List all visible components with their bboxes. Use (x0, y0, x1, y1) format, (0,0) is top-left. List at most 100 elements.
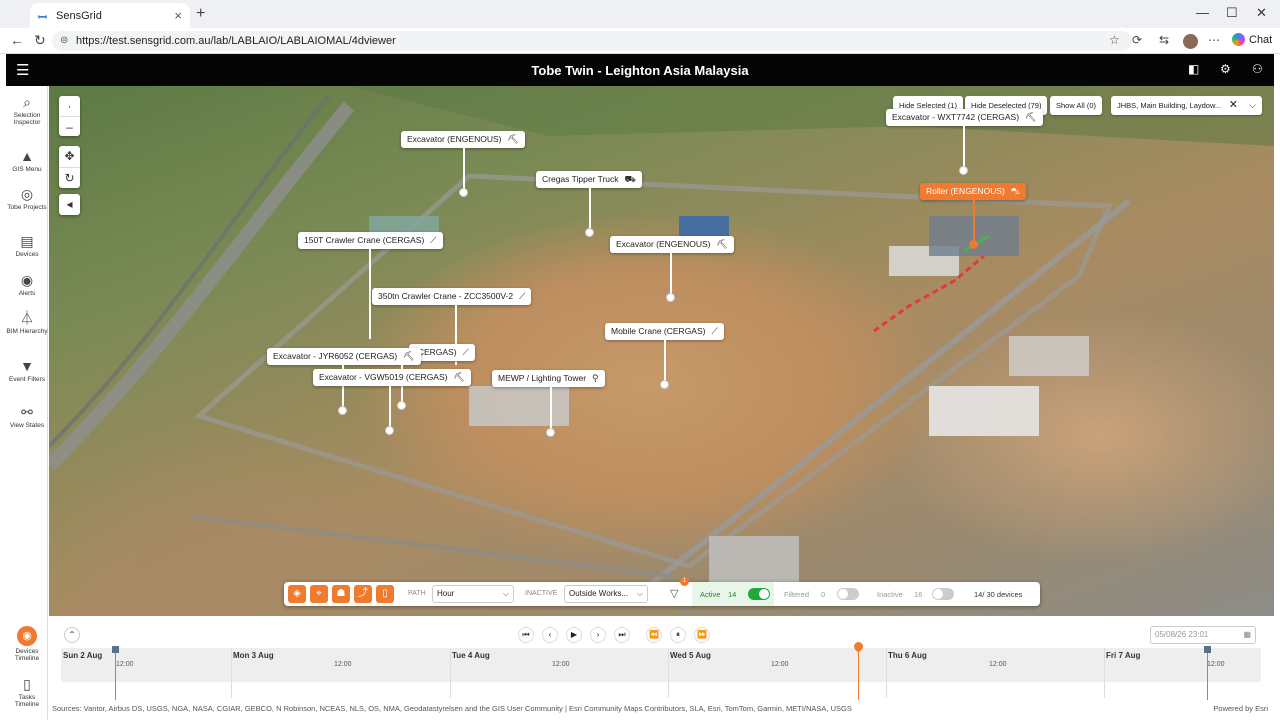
sidebar-item-bim-hierarchy[interactable]: ⏃ BIM Hierarchy (6, 310, 48, 335)
inactive-label: INACTIVE (525, 590, 558, 597)
step-back-icon[interactable]: ‹ (542, 627, 558, 643)
chevron-down-icon[interactable]: ⌵ (1249, 96, 1256, 115)
sidebar-item-tobe-projects[interactable]: ◎ Tobe Projects (6, 186, 48, 211)
tab-close-icon[interactable]: × (174, 8, 182, 23)
filtered-toggle[interactable] (837, 588, 859, 600)
active-toggle[interactable] (748, 588, 770, 600)
day-gridline (668, 648, 669, 698)
sidebar-item-view-states[interactable]: ⚯ View States (6, 404, 48, 429)
pause-icon[interactable]: ⏸ (670, 627, 686, 643)
device-marker[interactable] (397, 401, 406, 410)
sidebar-item-devices-timeline[interactable]: ◉ Devices Timeline (6, 626, 48, 662)
clear-icon[interactable]: ✕ (1229, 96, 1238, 115)
timeline-date-field[interactable]: 05/08/26 23:01 ▦ (1150, 626, 1256, 644)
sidebar-item-devices[interactable]: ▤ Devices (6, 233, 48, 258)
timeline-day: Mon 3 Aug (233, 651, 274, 660)
collections-icon[interactable]: ⇆ (1159, 33, 1169, 47)
door-icon[interactable]: ▯ (376, 585, 394, 603)
device-label[interactable]: Mobile Crane (CERGAS) ⟋ (605, 323, 724, 340)
timeline-hour: 12:00 (552, 661, 570, 668)
timeline-day: Tue 4 Aug (452, 651, 490, 660)
site-select[interactable]: JHBS, Main Building, Laydow... ✕ ⌵ (1111, 96, 1262, 115)
rotate-icon[interactable]: ↻ (59, 167, 80, 188)
device-label[interactable]: Excavator - VGW5019 (CERGAS) ⛏ (313, 369, 471, 386)
back-icon[interactable]: ← (10, 32, 24, 48)
sidebar-item-tasks-timeline[interactable]: ▯ Tasks Timeline (6, 676, 48, 708)
user-icon[interactable]: ⚇ (1252, 62, 1263, 76)
inactive-toggle[interactable] (932, 588, 954, 600)
window-close-icon[interactable]: ✕ (1256, 5, 1267, 21)
office-icon[interactable]: ◧ (1188, 62, 1199, 76)
device-marker[interactable] (338, 406, 347, 415)
chat-button[interactable]: Chat (1232, 33, 1272, 46)
timeline-start-marker[interactable] (112, 646, 119, 700)
url-field[interactable]: ⊜ https://test.sensgrid.com.au/lab/LABLA… (52, 31, 1132, 51)
device-marker[interactable] (666, 293, 675, 302)
path-icon[interactable]: ⤴ (354, 585, 372, 603)
device-label[interactable]: Excavator - WXT7742 (CERGAS) ⛏ (886, 109, 1043, 126)
device-label[interactable]: Excavator (ENGENOUS) ⛏ (401, 131, 525, 148)
sidebar-item-label: Alerts (18, 290, 36, 297)
zoom-in-icon[interactable]: · (59, 96, 80, 116)
skip-start-icon[interactable]: ⏮ (518, 627, 534, 643)
powered-by-esri[interactable]: Powered by Esri (1213, 704, 1268, 713)
new-tab-icon[interactable]: + (196, 5, 205, 23)
sidebar-item-alerts[interactable]: ◉ Alerts (6, 272, 48, 297)
active-label: Active (700, 590, 721, 599)
browser-tab[interactable]: ꟷ SensGrid × (30, 3, 190, 28)
settings-gear-icon[interactable]: ⚙ (1220, 62, 1231, 76)
device-marker[interactable] (546, 428, 555, 437)
sidebar-item-selection-inspector[interactable]: ⌕ Selection Inspector (6, 94, 48, 126)
device-marker[interactable] (385, 426, 394, 435)
device-marker[interactable] (959, 166, 968, 175)
rewind-icon[interactable]: ⏪ (646, 627, 662, 643)
device-label[interactable]: 350tn Crawler Crane - ZCC3500V-2 ⟋ (372, 288, 532, 305)
device-label-selected[interactable]: Roller (ENGENOUS) ⛍ (920, 183, 1027, 200)
inactive-select[interactable]: Outside Works... ⌵ (564, 585, 648, 603)
chevron-up-icon[interactable]: ⌃ (64, 627, 80, 643)
device-label-text: Excavator - JYR6052 (CERGAS) (273, 351, 398, 361)
timeline-track[interactable]: Sun 2 Aug 12:00 Mon 3 Aug 12:00 Tue 4 Au… (61, 640, 1261, 700)
filter-icon[interactable]: ▽ (670, 587, 678, 600)
site-info-icon[interactable]: ⊜ (60, 31, 68, 51)
step-forward-icon[interactable]: › (590, 627, 606, 643)
maximize-icon[interactable]: ☐ (1226, 5, 1238, 21)
device-label[interactable]: 150T Crawler Crane (CERGAS) ⟋ (298, 232, 443, 249)
crane-icon: ⟋ (711, 326, 718, 336)
location-pin-icon[interactable]: ⌖ (310, 585, 328, 603)
inactive-status-label: Inactive (877, 590, 903, 599)
pan-icon[interactable]: ✥ (59, 146, 80, 167)
timeline-playhead[interactable] (852, 640, 865, 700)
compass-icon[interactable]: ◂ (59, 194, 80, 215)
minimize-icon[interactable]: — (1196, 5, 1209, 20)
device-marker[interactable] (459, 188, 468, 197)
sidebar-item-event-filters[interactable]: ▼ Event Filters (6, 358, 48, 383)
device-label[interactable]: MEWP / Lighting Tower ⚲ (492, 370, 605, 387)
crane-icon: ⟋ (519, 291, 526, 301)
extensions-icon[interactable]: ⟳ (1132, 33, 1142, 47)
zoom-out-icon[interactable]: – (59, 116, 80, 136)
device-label[interactable]: Excavator (ENGENOUS) ⛏ (610, 236, 734, 253)
device-label[interactable]: Excavator - JYR6052 (CERGAS) ⛏ (267, 348, 421, 365)
worker-icon[interactable]: ☗ (332, 585, 350, 603)
favorite-star-icon[interactable]: ☆ (1109, 33, 1120, 47)
refresh-icon[interactable]: ↻ (34, 32, 46, 49)
show-all-button[interactable]: Show All (0) (1050, 96, 1103, 115)
play-icon[interactable]: ▶ (566, 627, 582, 643)
tag-icon[interactable]: ◈ (288, 585, 306, 603)
more-menu-icon[interactable]: ⋯ (1208, 33, 1220, 47)
copilot-icon (1232, 33, 1245, 46)
map-view[interactable]: · – ✥ ↻ ◂ Hide Selected (1) Hide Deselec… (49, 86, 1274, 616)
skip-end-icon[interactable]: ⏭ (614, 627, 630, 643)
sidebar-item-gis-menu[interactable]: ▲ GIS Menu (6, 148, 48, 173)
profile-avatar[interactable] (1183, 34, 1198, 49)
device-label[interactable]: Cregas Tipper Truck ⛟ (536, 171, 642, 188)
calendar-icon[interactable]: ▦ (1243, 627, 1251, 643)
fast-forward-icon[interactable]: ⏩ (694, 627, 710, 643)
label-stem (550, 387, 552, 429)
path-select[interactable]: Hour ⌵ (432, 585, 514, 603)
device-marker[interactable] (660, 380, 669, 389)
device-marker[interactable] (585, 228, 594, 237)
device-marker-selected[interactable] (969, 240, 978, 249)
timeline-end-marker[interactable] (1204, 646, 1211, 700)
